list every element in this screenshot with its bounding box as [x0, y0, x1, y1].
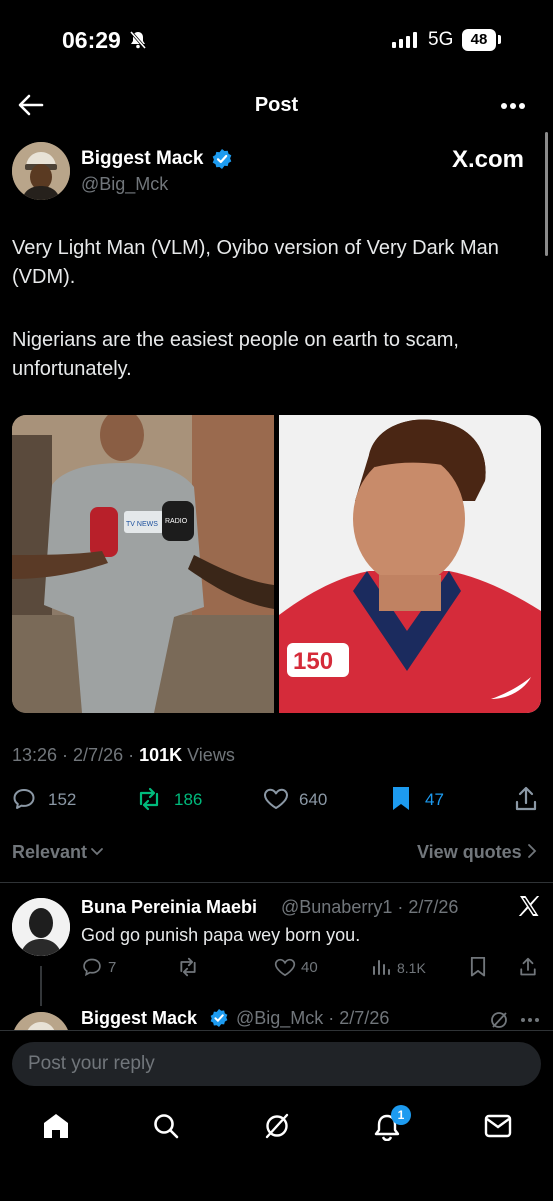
more-options-icon[interactable] — [500, 102, 526, 110]
scrollbar[interactable] — [545, 132, 548, 256]
messages-icon[interactable] — [484, 1114, 512, 1138]
jersey-patch: 150 — [293, 648, 333, 675]
notification-count: 1 — [397, 1108, 405, 1122]
reply-views-count: 8.1K — [397, 960, 426, 976]
view-quotes-link[interactable]: View quotes — [417, 842, 522, 863]
reply-repost-icon[interactable] — [177, 957, 199, 977]
signal-bars-icon — [392, 32, 420, 48]
divider — [0, 882, 553, 883]
verified-badge-icon — [212, 149, 232, 169]
post-image-right[interactable]: 150 — [279, 415, 541, 713]
like-count: 640 — [299, 790, 328, 809]
silent-mode-icon — [128, 30, 148, 50]
reply-like-icon[interactable] — [274, 958, 296, 977]
views-chart-icon[interactable] — [372, 958, 390, 976]
author-name[interactable]: Biggest Mack — [81, 148, 203, 170]
reply-icon[interactable] — [12, 787, 36, 811]
next-reply-avatar[interactable] — [12, 1012, 70, 1030]
share-icon[interactable] — [514, 786, 538, 812]
post-text-line-1: Very Light Man (VLM), Oyibo version of V… — [12, 237, 499, 288]
next-reply-handle-time[interactable]: @Big_Mck · 2/7/26 — [236, 1008, 389, 1029]
like-icon[interactable] — [263, 788, 289, 810]
source-label: X.com — [452, 146, 525, 173]
x-logo-icon — [518, 895, 540, 917]
next-reply-more-icon[interactable] — [520, 1017, 540, 1023]
home-icon[interactable] — [42, 1112, 70, 1140]
battery-tip — [498, 35, 501, 44]
network-type: 5G — [428, 29, 454, 50]
mic-label-radio: RADIO — [165, 518, 188, 525]
sort-label: Relevant — [12, 842, 88, 862]
thread-line — [40, 966, 42, 1006]
battery-level: 48 — [462, 29, 496, 51]
reply-reply-icon[interactable] — [82, 957, 102, 977]
next-reply-verified-badge-icon — [210, 1009, 228, 1027]
reply-avatar[interactable] — [12, 898, 70, 956]
reply-input-placeholder: Post your reply — [28, 1053, 155, 1074]
next-reply-author-name[interactable]: Biggest Mack — [81, 1008, 197, 1029]
bookmark-icon[interactable] — [391, 786, 411, 812]
reply-handle-time[interactable]: @Bunaberry1 · 2/7/26 — [281, 897, 458, 918]
views-count[interactable]: 101K — [139, 745, 182, 765]
next-reply-row[interactable]: Biggest Mack @Big_Mck · 2/7/26 — [0, 1006, 553, 1030]
post-timestamp: 13:26 · 2/7/26 · — [12, 745, 140, 765]
bookmark-count: 47 — [425, 790, 444, 809]
author-avatar[interactable] — [12, 142, 70, 200]
chevron-right-icon[interactable] — [526, 843, 538, 859]
post-text-line-2: Nigerians are the easiest people on eart… — [12, 329, 459, 380]
sort-dropdown[interactable]: Relevant — [12, 842, 87, 863]
status-time: 06:29 — [62, 27, 121, 53]
reply-bookmark-icon[interactable] — [470, 957, 486, 977]
repost-icon[interactable] — [136, 787, 162, 811]
reply-count: 152 — [48, 790, 77, 809]
page-title: Post — [254, 94, 299, 116]
post-image-left[interactable]: TV NEWS RADIO — [12, 415, 274, 713]
reply-author-name[interactable]: Buna Pereinia Maebi — [81, 897, 257, 918]
post-meta: 13:26 · 2/7/26 · 101K Views — [12, 745, 235, 766]
search-icon[interactable] — [152, 1112, 180, 1140]
views-label: Views — [182, 745, 235, 765]
grok-nav-icon[interactable] — [263, 1112, 291, 1140]
reply-text: God go punish papa wey born you. — [81, 925, 361, 945]
repost-count: 186 — [174, 790, 203, 809]
reply-reply-count: 7 — [108, 959, 117, 976]
mic-label-tv: TV NEWS — [126, 521, 158, 528]
reply-like-count: 40 — [301, 959, 318, 976]
author-handle[interactable]: @Big_Mck — [81, 174, 168, 195]
chevron-down-icon[interactable] — [90, 846, 104, 858]
notification-badge: 1 — [391, 1105, 411, 1125]
reply-share-icon[interactable] — [519, 957, 537, 977]
grok-icon[interactable] — [489, 1010, 509, 1030]
